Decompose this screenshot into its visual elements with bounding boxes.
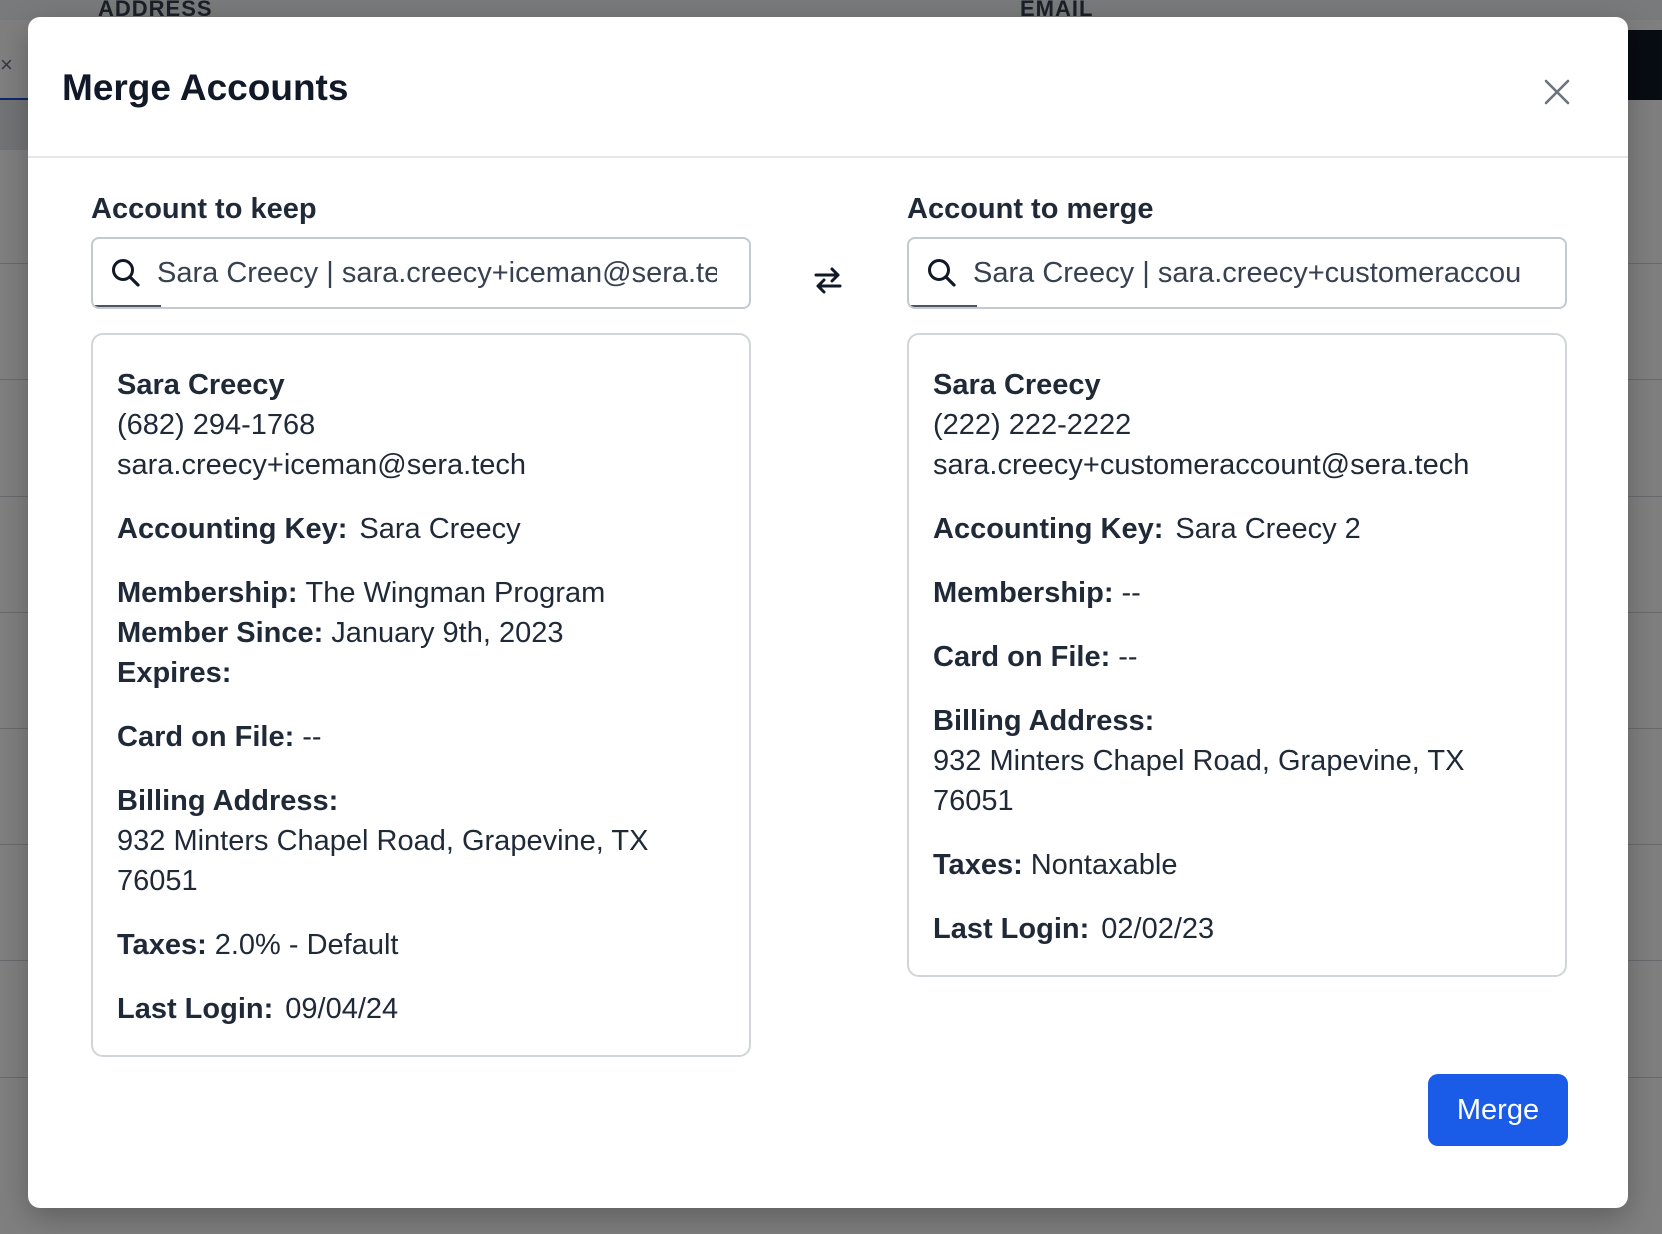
billing-address-line2: 76051 (933, 785, 1014, 817)
account-to-merge-search[interactable] (907, 237, 1567, 309)
taxes-row: Taxes: 2.0% - Default (117, 925, 725, 965)
last-login-row: Last Login: 02/02/23 (933, 909, 1541, 949)
accounting-key-value: Sara Creecy (359, 513, 521, 545)
billing-address-line2: 76051 (117, 865, 198, 897)
account-to-merge-input[interactable] (973, 256, 1533, 290)
card-on-file-row: Card on File: -- (117, 717, 725, 757)
last-login-row: Last Login: 09/04/24 (117, 989, 725, 1029)
taxes-value: 2.0% - Default (214, 929, 399, 961)
customer-phone: (222) 222-2222 (933, 409, 1132, 441)
modal-title: Merge Accounts (62, 67, 349, 108)
accounting-key-row: Accounting Key: Sara Creecy (117, 509, 725, 549)
accounting-key-value: Sara Creecy 2 (1175, 513, 1361, 545)
last-login-value: 02/02/23 (1101, 913, 1215, 945)
accounting-key-row: Accounting Key: Sara Creecy 2 (933, 509, 1541, 549)
swap-accounts-button[interactable] (808, 260, 848, 300)
close-icon (1544, 79, 1570, 105)
customer-email: sara.creecy+customeraccount@sera.tech (933, 449, 1470, 481)
membership-row: Membership: -- (933, 573, 1541, 613)
membership-label: Membership: (933, 577, 1114, 609)
last-login-value: 09/04/24 (285, 993, 399, 1025)
member-since-row: Member Since: January 9th, 2023 (117, 613, 725, 653)
card-on-file-label: Card on File: (117, 721, 295, 753)
card-on-file-value: -- (1118, 641, 1138, 673)
merge-button[interactable]: Merge (1428, 1074, 1568, 1146)
account-to-keep-search[interactable] (91, 237, 751, 309)
taxes-label: Taxes: (117, 929, 207, 961)
billing-address-label: Billing Address: (933, 705, 1155, 737)
account-to-merge-column: Account to merge Sara Creecy (222) 222-2… (907, 193, 1567, 977)
member-since-label: Member Since: (117, 617, 324, 649)
account-to-keep-label: Account to keep (91, 193, 317, 225)
last-login-label: Last Login: (933, 913, 1090, 945)
close-button[interactable] (1536, 71, 1578, 113)
customer-email: sara.creecy+iceman@sera.tech (117, 449, 527, 481)
taxes-label: Taxes: (933, 849, 1023, 881)
account-to-merge-label: Account to merge (907, 193, 1154, 225)
taxes-row: Taxes: Nontaxable (933, 845, 1541, 885)
account-to-keep-input[interactable] (157, 256, 717, 290)
expires-label: Expires: (117, 657, 232, 689)
last-login-label: Last Login: (117, 993, 274, 1025)
account-to-keep-card: Sara Creecy (682) 294-1768 sara.creecy+i… (91, 333, 751, 1057)
account-to-merge-card: Sara Creecy (222) 222-2222 sara.creecy+c… (907, 333, 1567, 977)
taxes-value: Nontaxable (1030, 849, 1178, 881)
card-on-file-value: -- (302, 721, 322, 753)
swap-arrows-icon (814, 267, 842, 294)
customer-phone: (682) 294-1768 (117, 409, 316, 441)
membership-row: Membership: The Wingman Program (117, 573, 725, 613)
search-icon (109, 256, 143, 290)
billing-address-line1: 932 Minters Chapel Road, Grapevine, TX (117, 825, 649, 857)
customer-name: Sara Creecy (117, 369, 285, 401)
accounting-key-label: Accounting Key: (117, 513, 348, 545)
membership-label: Membership: (117, 577, 298, 609)
card-on-file-label: Card on File: (933, 641, 1111, 673)
membership-value: -- (1121, 577, 1141, 609)
card-on-file-row: Card on File: -- (933, 637, 1541, 677)
account-to-keep-column: Account to keep Sara Creecy (682) 294-17… (91, 193, 751, 1057)
expires-row: Expires: (117, 653, 725, 693)
accounting-key-label: Accounting Key: (933, 513, 1164, 545)
search-icon (925, 256, 959, 290)
membership-value: The Wingman Program (305, 577, 606, 609)
billing-address-line1: 932 Minters Chapel Road, Grapevine, TX (933, 745, 1465, 777)
member-since-value: January 9th, 2023 (331, 617, 564, 649)
modal-header: Merge Accounts (28, 17, 1628, 158)
billing-address-label: Billing Address: (117, 785, 339, 817)
customer-name: Sara Creecy (933, 369, 1101, 401)
merge-accounts-modal: Merge Accounts Account to keep Sara Cree… (28, 17, 1628, 1208)
